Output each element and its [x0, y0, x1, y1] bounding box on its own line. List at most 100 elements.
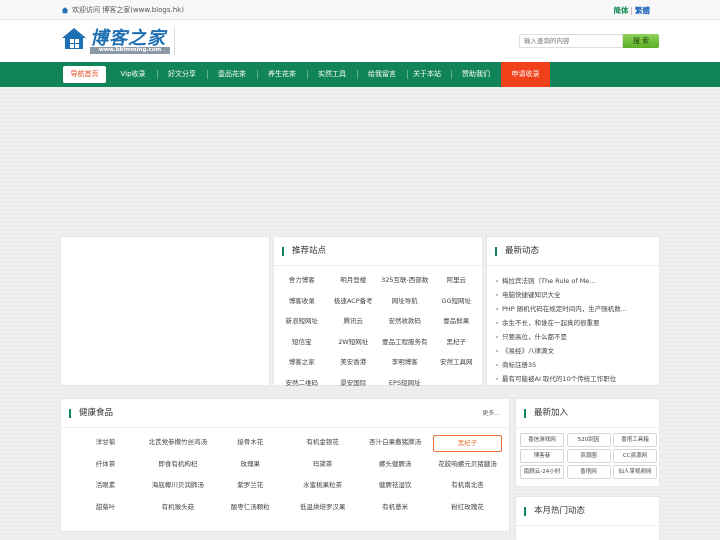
- food-item[interactable]: 海底椰川贝润肺汤: [143, 478, 212, 495]
- food-item[interactable]: 健脾祛湿饮: [361, 478, 430, 495]
- search-input[interactable]: [519, 34, 623, 48]
- food-item[interactable]: 螺头健脾汤: [361, 457, 430, 474]
- added-site-link[interactable]: 香塔网: [566, 465, 611, 479]
- added-site-link[interactable]: 资源圈: [566, 449, 611, 463]
- blank-panel: [60, 236, 270, 386]
- news-item[interactable]: 商标註册35: [495, 358, 655, 372]
- food-item[interactable]: 洋甘菊: [71, 435, 140, 452]
- recommended-link[interactable]: 腾讯云: [328, 311, 380, 332]
- healthy-food-title-bar: 健康食品 更多...: [61, 399, 509, 428]
- latest-added-title: 最新加入: [534, 408, 569, 418]
- recommended-link[interactable]: 新浪短网址: [276, 311, 328, 332]
- healthy-food-more-link[interactable]: 更多...: [482, 399, 500, 428]
- food-item[interactable]: 杏汁白果撒猪肺汤: [361, 435, 430, 452]
- recommended-link[interactable]: 壹品鲜果: [431, 311, 483, 332]
- lang-simplified-link[interactable]: 简体: [613, 6, 628, 15]
- added-site-link[interactable]: 仙人掌视频网: [613, 465, 657, 479]
- food-item[interactable]: 接骨木花: [216, 435, 285, 452]
- added-site-link[interactable]: 520刮因: [566, 433, 611, 447]
- nav-item-articles[interactable]: 好文分享: [159, 62, 205, 87]
- food-item[interactable]: 有机薏米: [361, 500, 430, 517]
- nav-separator: [357, 70, 358, 79]
- recommended-link[interactable]: 李明博客: [379, 352, 431, 373]
- food-item[interactable]: 花胶响螺元贝猪腱汤: [433, 457, 502, 474]
- food-item-highlighted[interactable]: 黑杞子: [432, 435, 502, 452]
- recommended-link[interactable]: 极速ACP备考: [328, 291, 380, 312]
- recommended-link[interactable]: 博客收录: [276, 291, 328, 312]
- nav-item-apply[interactable]: 申请收录: [501, 62, 550, 87]
- lang-traditional-link[interactable]: 繁體: [635, 6, 650, 15]
- monthly-hot-title: 本月热门动态: [534, 506, 586, 516]
- news-item[interactable]: PHP 随机代码在规定时间内，生产随机数...: [495, 302, 655, 316]
- latest-news-panel: 最新动态 梅拉宾法则（The Rule of Me... 电脑快捷键知识大全 P…: [486, 236, 660, 386]
- news-item[interactable]: 《易经》八律源文: [495, 344, 655, 358]
- lang-separator: |: [630, 6, 633, 15]
- recommended-title: 推荐站点: [292, 246, 327, 256]
- nav-item-tea[interactable]: 壹品花茶: [209, 62, 255, 87]
- news-item[interactable]: 余生不长，和谁在一起真的很重要: [495, 316, 655, 330]
- food-item[interactable]: 有机猴头菇: [143, 500, 212, 517]
- recommended-link[interactable]: 美安香港: [328, 352, 380, 373]
- healthy-food-grid: 洋甘菊 北芪党参撒竹丝鸡汤 接骨木花 有机金银花 杏汁白果撒猪肺汤 黑杞子 纤体…: [71, 435, 502, 517]
- recommended-link[interactable]: 明月登楼: [328, 270, 380, 291]
- nav-item-message[interactable]: 给我留言: [359, 62, 405, 87]
- nav-separator: [451, 70, 452, 79]
- recommended-link[interactable]: 安然工具网: [431, 352, 483, 373]
- healthy-food-panel: 健康食品 更多... 洋甘菊 北芪党参撒竹丝鸡汤 接骨木花 有机金银花 杏汁白果…: [60, 398, 510, 532]
- recommended-link[interactable]: 325互联-西部数: [379, 270, 431, 291]
- recommended-link[interactable]: 舍力博客: [276, 270, 328, 291]
- recommended-link[interactable]: 阿里云: [431, 270, 483, 291]
- news-item[interactable]: 梅拉宾法则（The Rule of Me...: [495, 274, 655, 288]
- food-item[interactable]: 甜菊叶: [71, 500, 140, 517]
- nav-item-about[interactable]: 关于本站: [404, 62, 450, 87]
- nav-item-home[interactable]: 导航首页: [63, 66, 106, 83]
- food-item[interactable]: 低温烘焙罗汉果: [288, 500, 357, 517]
- top-bar: 欢迎访问 博客之家(www.blogs.hk) 简体 | 繁體: [0, 0, 720, 20]
- nav-item-sponsor[interactable]: 赞助我们: [453, 62, 499, 87]
- food-item[interactable]: 紫罗兰花: [216, 478, 285, 495]
- nav-separator: [257, 70, 258, 79]
- news-item[interactable]: 最有可能被AI 取代的10个传统工作职位: [495, 372, 655, 386]
- recommended-link[interactable]: 安然二维码: [276, 373, 328, 394]
- food-item[interactable]: 水蜜桃果粒茶: [288, 478, 357, 495]
- healthy-food-title: 健康食品: [79, 408, 114, 418]
- food-item[interactable]: 即食有机枸杞: [143, 457, 212, 474]
- recommended-link[interactable]: GG短网址: [431, 291, 483, 312]
- added-site-link[interactable]: 博客巷: [520, 449, 564, 463]
- added-site-link[interactable]: CC资源网: [613, 449, 657, 463]
- food-item[interactable]: 纤体茶: [71, 457, 140, 474]
- food-item[interactable]: 玫瑰果: [216, 457, 285, 474]
- added-site-link[interactable]: 香塔工具箱: [613, 433, 657, 447]
- nav-item-tools[interactable]: 实然工具: [309, 62, 355, 87]
- logo-url: www.bkimming.com: [90, 47, 170, 54]
- food-item[interactable]: 玛黛茶: [288, 457, 357, 474]
- food-item[interactable]: 北芪党参撒竹丝鸡汤: [143, 435, 212, 452]
- news-item[interactable]: 电脑快捷键知识大全: [495, 288, 655, 302]
- recommended-link[interactable]: 黑杞子: [431, 332, 483, 353]
- nav-separator: [307, 70, 308, 79]
- search-button[interactable]: 搜 索: [623, 34, 659, 48]
- added-site-link[interactable]: 香信游戏网: [520, 433, 564, 447]
- food-item[interactable]: 有机金银花: [288, 435, 357, 452]
- recommended-link[interactable]: 博客之家: [276, 352, 328, 373]
- site-logo[interactable]: 博客之家 www.bkimming.com: [61, 23, 177, 57]
- recommended-link[interactable]: 2W短网址: [328, 332, 380, 353]
- food-item[interactable]: 活眼素: [71, 478, 140, 495]
- food-item[interactable]: 粉红玫瑰花: [433, 500, 502, 517]
- food-item[interactable]: 酸枣仁汤颗粒: [216, 500, 285, 517]
- recommended-link[interactable]: 安然收款码: [379, 311, 431, 332]
- recommended-link[interactable]: EPS短网址: [379, 373, 431, 394]
- recommended-link[interactable]: 壹品工程服务有: [379, 332, 431, 353]
- recommended-link[interactable]: 网址导航: [379, 291, 431, 312]
- latest-added-panel: 最新加入 香信游戏网 520刮因 香塔工具箱 博客巷 资源圈 CC资源网 南顾云…: [515, 398, 660, 487]
- latest-news-title-bar: 最新动态: [487, 237, 659, 266]
- news-item[interactable]: 只要高位，什么都不是: [495, 330, 655, 344]
- recommended-link[interactable]: 短信宝: [276, 332, 328, 353]
- food-item[interactable]: 有机南北杏: [433, 478, 502, 495]
- recommended-link[interactable]: 景安国际: [328, 373, 380, 394]
- recommended-title-bar: 推荐站点: [274, 237, 482, 266]
- welcome-text: 欢迎访问 博客之家(www.blogs.hk): [72, 6, 184, 14]
- nav-item-health-tea[interactable]: 养生花茶: [259, 62, 305, 87]
- added-site-link[interactable]: 南顾云-24小时: [520, 465, 564, 479]
- nav-item-vip[interactable]: Vip收录: [111, 62, 155, 87]
